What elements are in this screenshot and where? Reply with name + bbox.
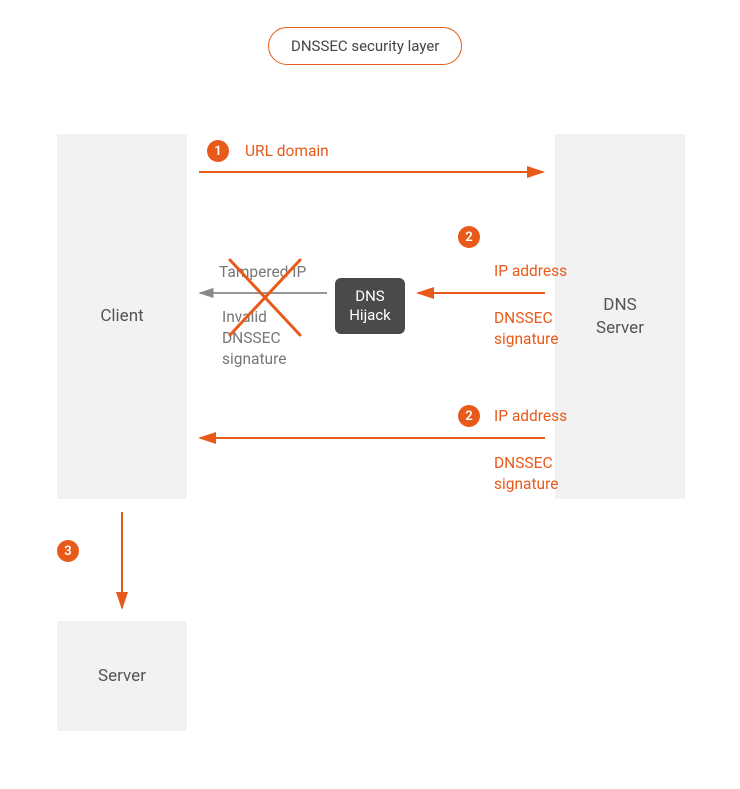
server-box: Server	[57, 621, 187, 731]
title-text: DNSSEC security layer	[291, 37, 439, 55]
label-ip-address-a: IP address	[494, 261, 567, 282]
label-tampered-ip: Tampered IP	[219, 262, 306, 283]
dns-server-box: DNS Server	[555, 134, 685, 499]
step-badge-2b: 2	[458, 405, 480, 427]
diagram-canvas: DNSSEC security layer Client DNS Server …	[0, 0, 740, 789]
dns-hijack-label: DNS Hijack	[349, 287, 391, 326]
step-badge-1: 1	[207, 140, 229, 162]
label-dnssec-sig-a: DNSSEC signature	[494, 308, 558, 350]
server-label: Server	[98, 665, 146, 688]
label-url-domain: URL domain	[245, 141, 329, 162]
step-badge-2a: 2	[458, 226, 480, 248]
dns-server-label: DNS Server	[596, 294, 644, 340]
label-invalid-sig: Invalid DNSSEC signature	[222, 307, 286, 370]
dns-hijack-box: DNS Hijack	[335, 278, 405, 334]
client-label: Client	[100, 305, 143, 328]
client-box: Client	[57, 134, 187, 499]
step-badge-3: 3	[57, 540, 79, 562]
label-dnssec-sig-b: DNSSEC signature	[494, 453, 558, 495]
label-ip-address-b: IP address	[494, 406, 567, 427]
title-pill: DNSSEC security layer	[268, 27, 462, 65]
